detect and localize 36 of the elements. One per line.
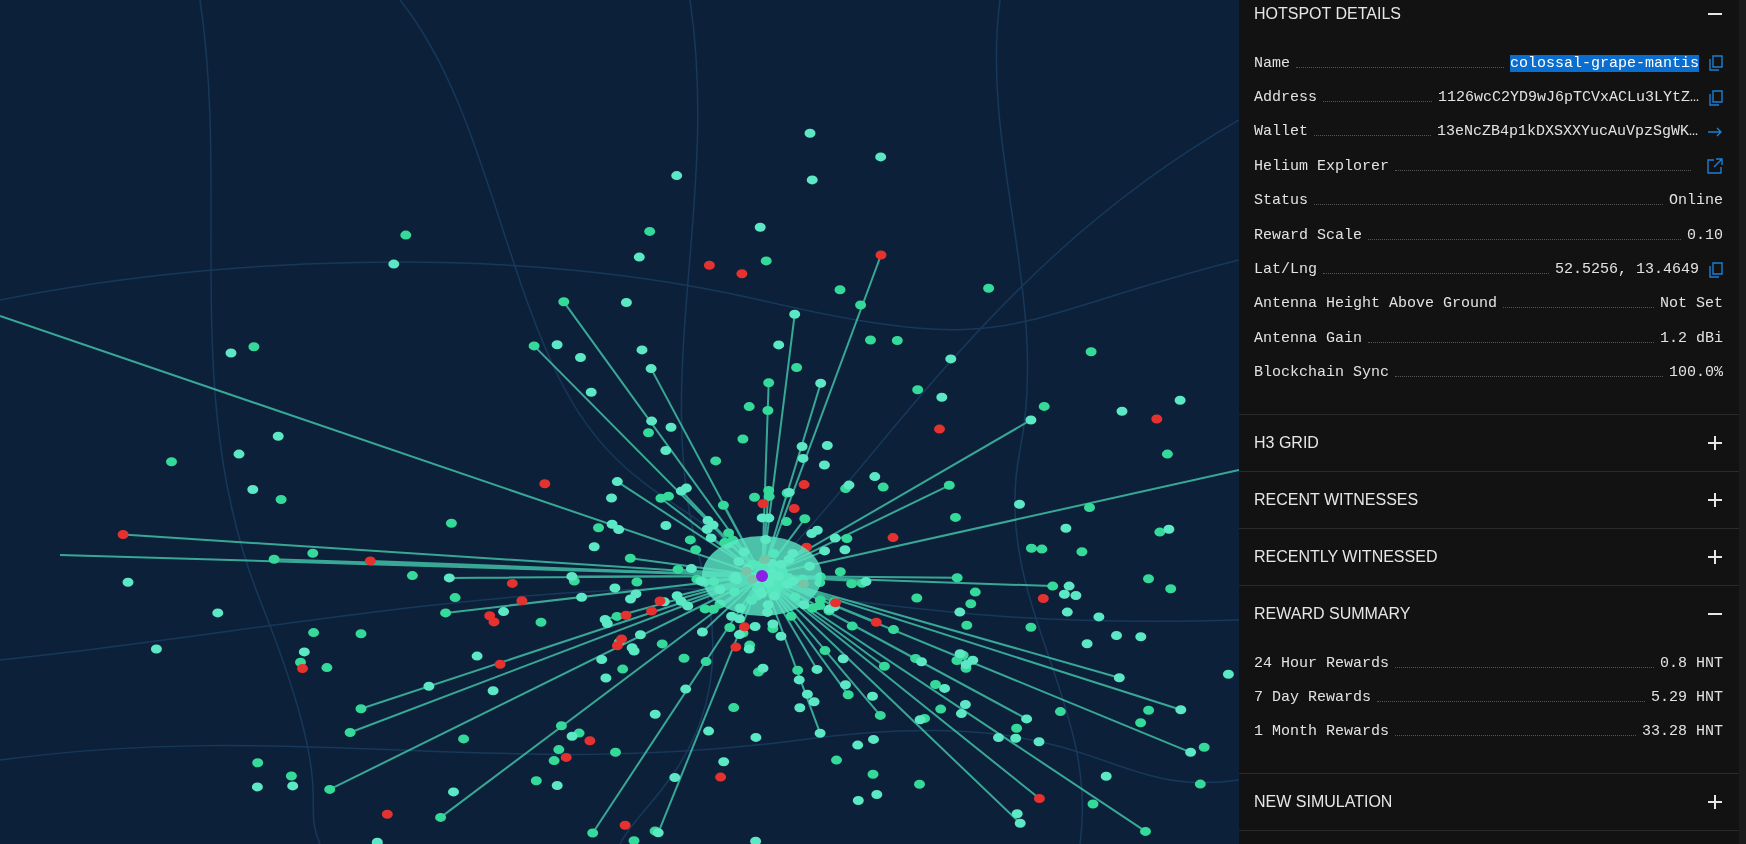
copy-icon[interactable] xyxy=(1709,261,1723,278)
field-label: Name xyxy=(1254,54,1290,72)
field-label: Helium Explorer xyxy=(1254,157,1390,175)
field-value: Online xyxy=(1669,192,1723,210)
field-label: 7 Day Rewards xyxy=(1254,689,1372,706)
section-toggle[interactable]: REWARD SUMMARY xyxy=(1239,585,1739,642)
field-label: 1 Month Rewards xyxy=(1254,723,1390,741)
field-value: 1.2 dBi xyxy=(1660,329,1723,347)
section-toggle[interactable]: HOTSPOT DETAILS xyxy=(1239,0,1739,42)
section-toggle[interactable]: NEW SIMULATION xyxy=(1239,774,1739,831)
arrow-right-icon[interactable] xyxy=(1708,126,1723,137)
field-value: 0.8 HNT xyxy=(1660,654,1723,672)
field-value: 1126wcC2YD9wJ6pTCVxACLu3LYtZ… xyxy=(1437,89,1699,107)
field-label: Wallet xyxy=(1254,123,1308,141)
field-label: Reward Scale xyxy=(1254,226,1363,244)
copy-icon[interactable] xyxy=(1709,55,1723,72)
copy-icon[interactable] xyxy=(1709,89,1723,106)
section-toggle[interactable]: H3 GRID xyxy=(1239,414,1739,471)
field-value: 33.28 HNT xyxy=(1642,723,1723,741)
field-value: 52.5256, 13.4649 xyxy=(1554,261,1699,279)
field-value: 0.10 xyxy=(1687,226,1723,244)
field-value: 5.29 HNT xyxy=(1651,689,1723,706)
field-value: colossal-grape-mantis xyxy=(1509,54,1699,72)
field-label: Status xyxy=(1254,192,1308,210)
field-value: 100.0% xyxy=(1669,364,1723,382)
external-link-icon[interactable] xyxy=(1707,158,1723,175)
field-value: 13eNcZB4p1kDXSXXYucAuVpzSgWK… xyxy=(1436,123,1698,141)
field-label: Address xyxy=(1254,89,1317,107)
section-toggle[interactable]: RECENT WITNESSES xyxy=(1239,471,1739,528)
field-label: Antenna Gain xyxy=(1254,329,1363,347)
field-value: Not Set xyxy=(1660,295,1723,313)
field-label: 24 Hour Rewards xyxy=(1254,654,1390,672)
field-label: Lat/Lng xyxy=(1254,261,1317,279)
section-toggle[interactable]: RECENTLY WITNESSED xyxy=(1239,528,1739,585)
field-label: Antenna Height Above Ground xyxy=(1254,295,1498,313)
field-label: Blockchain Sync xyxy=(1254,364,1390,382)
